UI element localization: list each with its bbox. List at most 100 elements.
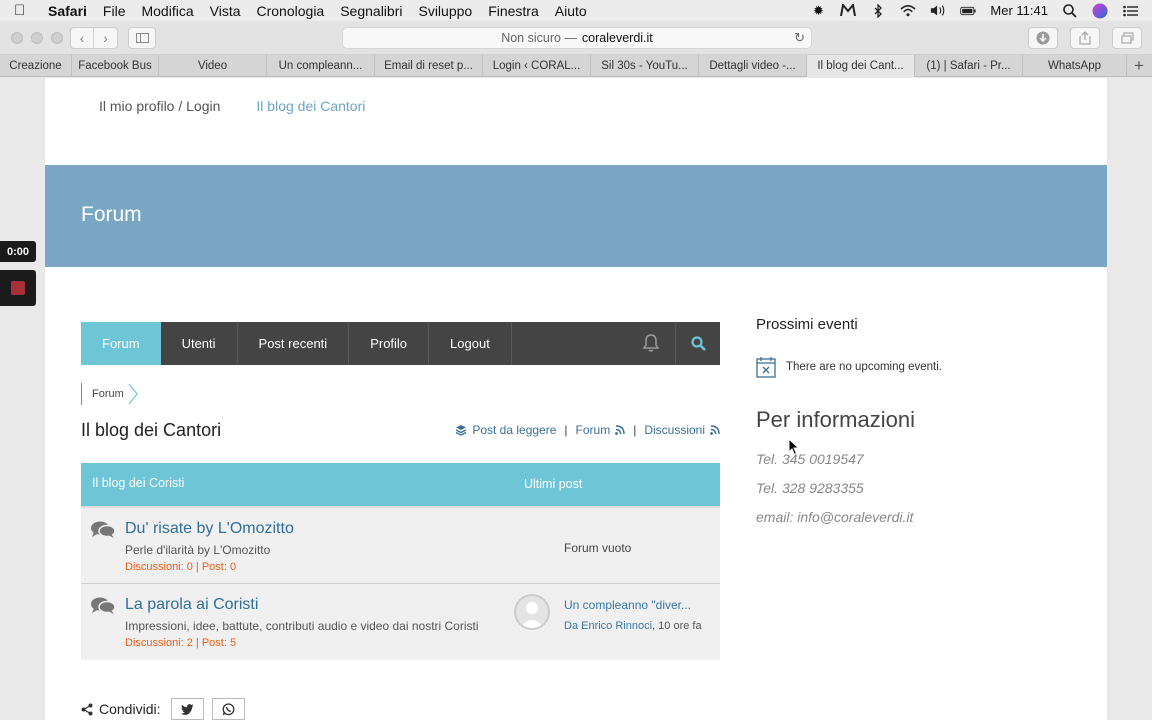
zoom-window-button[interactable]: [51, 32, 63, 44]
share-nodes-icon: [81, 703, 93, 715]
empty-forum-label: Forum vuoto: [564, 541, 632, 555]
avatar[interactable]: [514, 594, 550, 630]
browser-tab[interactable]: Login ‹ CORAL...: [483, 55, 591, 77]
info-phone-1: Tel. 345 0019547: [756, 451, 864, 467]
share-bar: Condividi:: [81, 698, 246, 720]
browser-tab[interactable]: Video: [159, 55, 267, 77]
browser-tab[interactable]: Email di reset p...: [375, 55, 483, 77]
forum-search-button[interactable]: [675, 322, 720, 365]
separator: |: [564, 423, 568, 437]
nav-blog-cantori[interactable]: Il blog dei Cantori: [256, 98, 365, 114]
volume-icon[interactable]: [930, 4, 946, 18]
column-header-last-posts: Ultimi post: [524, 477, 583, 491]
spotlight-search-icon[interactable]: [1062, 3, 1078, 18]
last-post-time: , 10 ore fa: [652, 620, 702, 632]
forum-menu: Forum Utenti Post recenti Profilo Logout: [81, 322, 720, 365]
forum-menu-forum[interactable]: Forum: [81, 322, 161, 365]
menu-segnalibri[interactable]: Segnalibri: [340, 3, 402, 19]
stop-recording-button[interactable]: [0, 270, 36, 306]
history-nav: ‹ ›: [70, 27, 118, 49]
plus-icon: +: [1134, 55, 1144, 75]
browser-tab[interactable]: Creazione: [0, 55, 72, 77]
browser-tab[interactable]: Dettagli video -...: [699, 55, 807, 77]
chevron-left-icon: ‹: [79, 30, 85, 46]
nav-profile-login[interactable]: Il mio profilo / Login: [99, 98, 220, 114]
unread-posts-link[interactable]: Post da leggere: [472, 423, 556, 437]
upcoming-events-title: Prossimi eventi: [756, 316, 858, 333]
browser-tab[interactable]: Facebook Bus: [72, 55, 159, 77]
close-window-button[interactable]: [11, 32, 23, 44]
menu-modifica[interactable]: Modifica: [141, 3, 193, 19]
share-whatsapp-button[interactable]: [212, 698, 246, 720]
share-button[interactable]: [1070, 27, 1100, 49]
forward-button[interactable]: ›: [94, 27, 118, 49]
forum-menu-post-recenti[interactable]: Post recenti: [238, 322, 350, 365]
tab-bar: Creazione Facebook Bus Video Un complean…: [0, 55, 1152, 77]
forum-rss-link[interactable]: Forum: [576, 423, 611, 437]
wifi-icon[interactable]: [900, 4, 916, 18]
show-all-tabs-button[interactable]: [1112, 27, 1142, 49]
rss-icon[interactable]: [615, 425, 625, 435]
menu-sviluppo[interactable]: Sviluppo: [418, 3, 472, 19]
back-button[interactable]: ‹: [70, 27, 94, 49]
comments-icon: [91, 521, 116, 538]
stop-icon: [11, 281, 25, 295]
gear-status-icon[interactable]: ✹: [810, 3, 826, 18]
forum-description: Impressioni, idee, battute, contributi a…: [125, 619, 479, 633]
downloads-button[interactable]: [1028, 27, 1058, 49]
info-title: Per informazioni: [756, 407, 915, 432]
apple-menu-icon[interactable]: : [14, 2, 36, 19]
search-icon: [690, 336, 706, 351]
browser-tab[interactable]: (1) | Safari - Pr...: [915, 55, 1023, 77]
recording-timer: 0:00: [0, 241, 36, 262]
whatsapp-icon: [223, 702, 235, 715]
reload-icon[interactable]: ↻: [794, 30, 805, 46]
bell-icon[interactable]: [642, 333, 660, 356]
malwarebytes-icon[interactable]: [840, 4, 857, 18]
forum-name-link[interactable]: La parola ai Coristi: [125, 596, 258, 614]
toolbar-right: [1028, 27, 1142, 49]
last-post-author-link[interactable]: Da Enrico Rinnoci: [564, 620, 652, 632]
forum-stats: Discussioni: 0 | Post: 0: [125, 561, 237, 573]
new-tab-button[interactable]: +: [1127, 55, 1151, 76]
info-phone-2: Tel. 328 9283355: [756, 480, 864, 496]
site-nav: Il mio profilo / Login Il blog dei Canto…: [99, 98, 365, 114]
share-icon: [1079, 31, 1091, 45]
browser-tab[interactable]: Un compleann...: [267, 55, 375, 77]
browser-tab-active[interactable]: Il blog dei Cant...: [807, 55, 915, 77]
menu-aiuto[interactable]: Aiuto: [555, 3, 587, 19]
no-events-text: There are no upcoming eventi.: [786, 361, 942, 373]
forum-menu-logout[interactable]: Logout: [429, 322, 512, 365]
menu-safari[interactable]: Safari: [48, 3, 87, 19]
minimize-window-button[interactable]: [31, 32, 43, 44]
clock[interactable]: Mer 11:41: [990, 3, 1048, 18]
twitter-icon: [181, 703, 194, 715]
rss-icon[interactable]: [710, 425, 720, 435]
forum-name-link[interactable]: Du' risate by L'Omozitto: [125, 520, 294, 538]
topics-rss-link[interactable]: Discussioni: [644, 423, 705, 437]
forum-table: Il blog dei Coristi Ultimi post Du' risa…: [81, 463, 720, 660]
battery-icon[interactable]: [960, 4, 977, 18]
menu-file[interactable]: File: [103, 3, 126, 19]
share-twitter-button[interactable]: [171, 698, 205, 720]
page-title: Forum: [81, 203, 142, 226]
menu-vista[interactable]: Vista: [210, 3, 241, 19]
menu-cronologia[interactable]: Cronologia: [257, 3, 325, 19]
menu-finestra[interactable]: Finestra: [488, 3, 539, 19]
browser-toolbar: ‹ › Non sicuro — coraleverdi.it ↻: [0, 21, 1152, 55]
bluetooth-icon[interactable]: [870, 3, 886, 18]
forum-menu-utenti[interactable]: Utenti: [161, 322, 238, 365]
last-post-meta: Da Enrico Rinnoci, 10 ore fa: [564, 620, 702, 632]
breadcrumb-forum[interactable]: Forum: [82, 388, 124, 400]
browser-tab[interactable]: WhatsApp: [1023, 55, 1127, 77]
browser-tab[interactable]: Sil 30s - YouTu...: [591, 55, 699, 77]
last-post-link[interactable]: Un compleanno "diver...: [564, 598, 691, 612]
address-bar[interactable]: Non sicuro — coraleverdi.it ↻: [342, 27, 812, 49]
info-email: email: info@coraleverdi.it: [756, 509, 914, 525]
notification-center-icon[interactable]: [1122, 4, 1138, 18]
mouse-cursor-icon: [788, 438, 800, 456]
layers-icon: [456, 425, 467, 436]
siri-icon[interactable]: [1092, 3, 1108, 18]
show-sidebar-button[interactable]: [128, 27, 156, 49]
forum-menu-profilo[interactable]: Profilo: [349, 322, 430, 365]
